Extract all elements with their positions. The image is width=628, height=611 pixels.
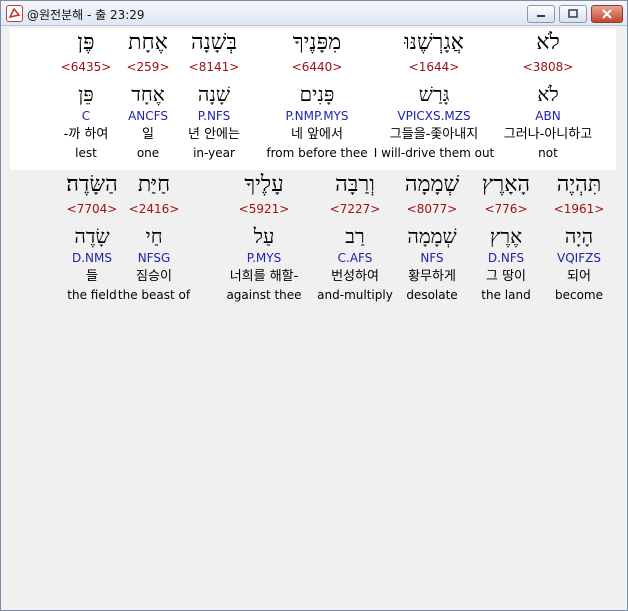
word-korean: -까 하여: [63, 127, 109, 142]
word-lemma: שָׂדֶה: [74, 224, 110, 248]
minimize-button[interactable]: [527, 5, 555, 23]
word-strong: <7704>: [66, 202, 118, 216]
word-column[interactable]: הַשָּׂדֶה׃ <7704> שָׂדֶה D.NMS 들 the field: [52, 172, 132, 306]
word-morph: C: [81, 109, 91, 123]
close-button[interactable]: [591, 5, 623, 23]
word-hebrew: הַשָּׂדֶה׃: [66, 172, 118, 197]
word-hebrew: פֶּן: [77, 30, 95, 55]
word-column[interactable]: פֶּן <6435> פֵּן C -까 하여 lest: [46, 30, 126, 164]
app-icon[interactable]: [6, 5, 23, 22]
word-lemma: פֵּן: [78, 82, 94, 106]
word-morph: D.NMS: [71, 251, 112, 265]
window-title: @원전분해 - 출 23:29: [27, 8, 145, 22]
word-english: the field: [67, 288, 117, 302]
maximize-icon: [568, 9, 578, 18]
app-window: @원전분해 - 출 23:29 לֹא <3808> לֹא ABN 그러나-아니하고 n…: [0, 0, 628, 611]
word-english: lest: [75, 146, 97, 160]
word-korean: 들: [86, 269, 98, 284]
word-strong: <6435>: [60, 60, 112, 74]
close-icon: [602, 9, 612, 19]
interlinear-view: לֹא <3808> לֹא ABN 그러나-아니하고 not אֲגָרְשֶׁנּוּ <…: [6, 26, 623, 608]
minimize-icon: [537, 15, 545, 17]
title-bar[interactable]: @원전분해 - 출 23:29: [1, 1, 627, 26]
maximize-button[interactable]: [559, 5, 587, 23]
